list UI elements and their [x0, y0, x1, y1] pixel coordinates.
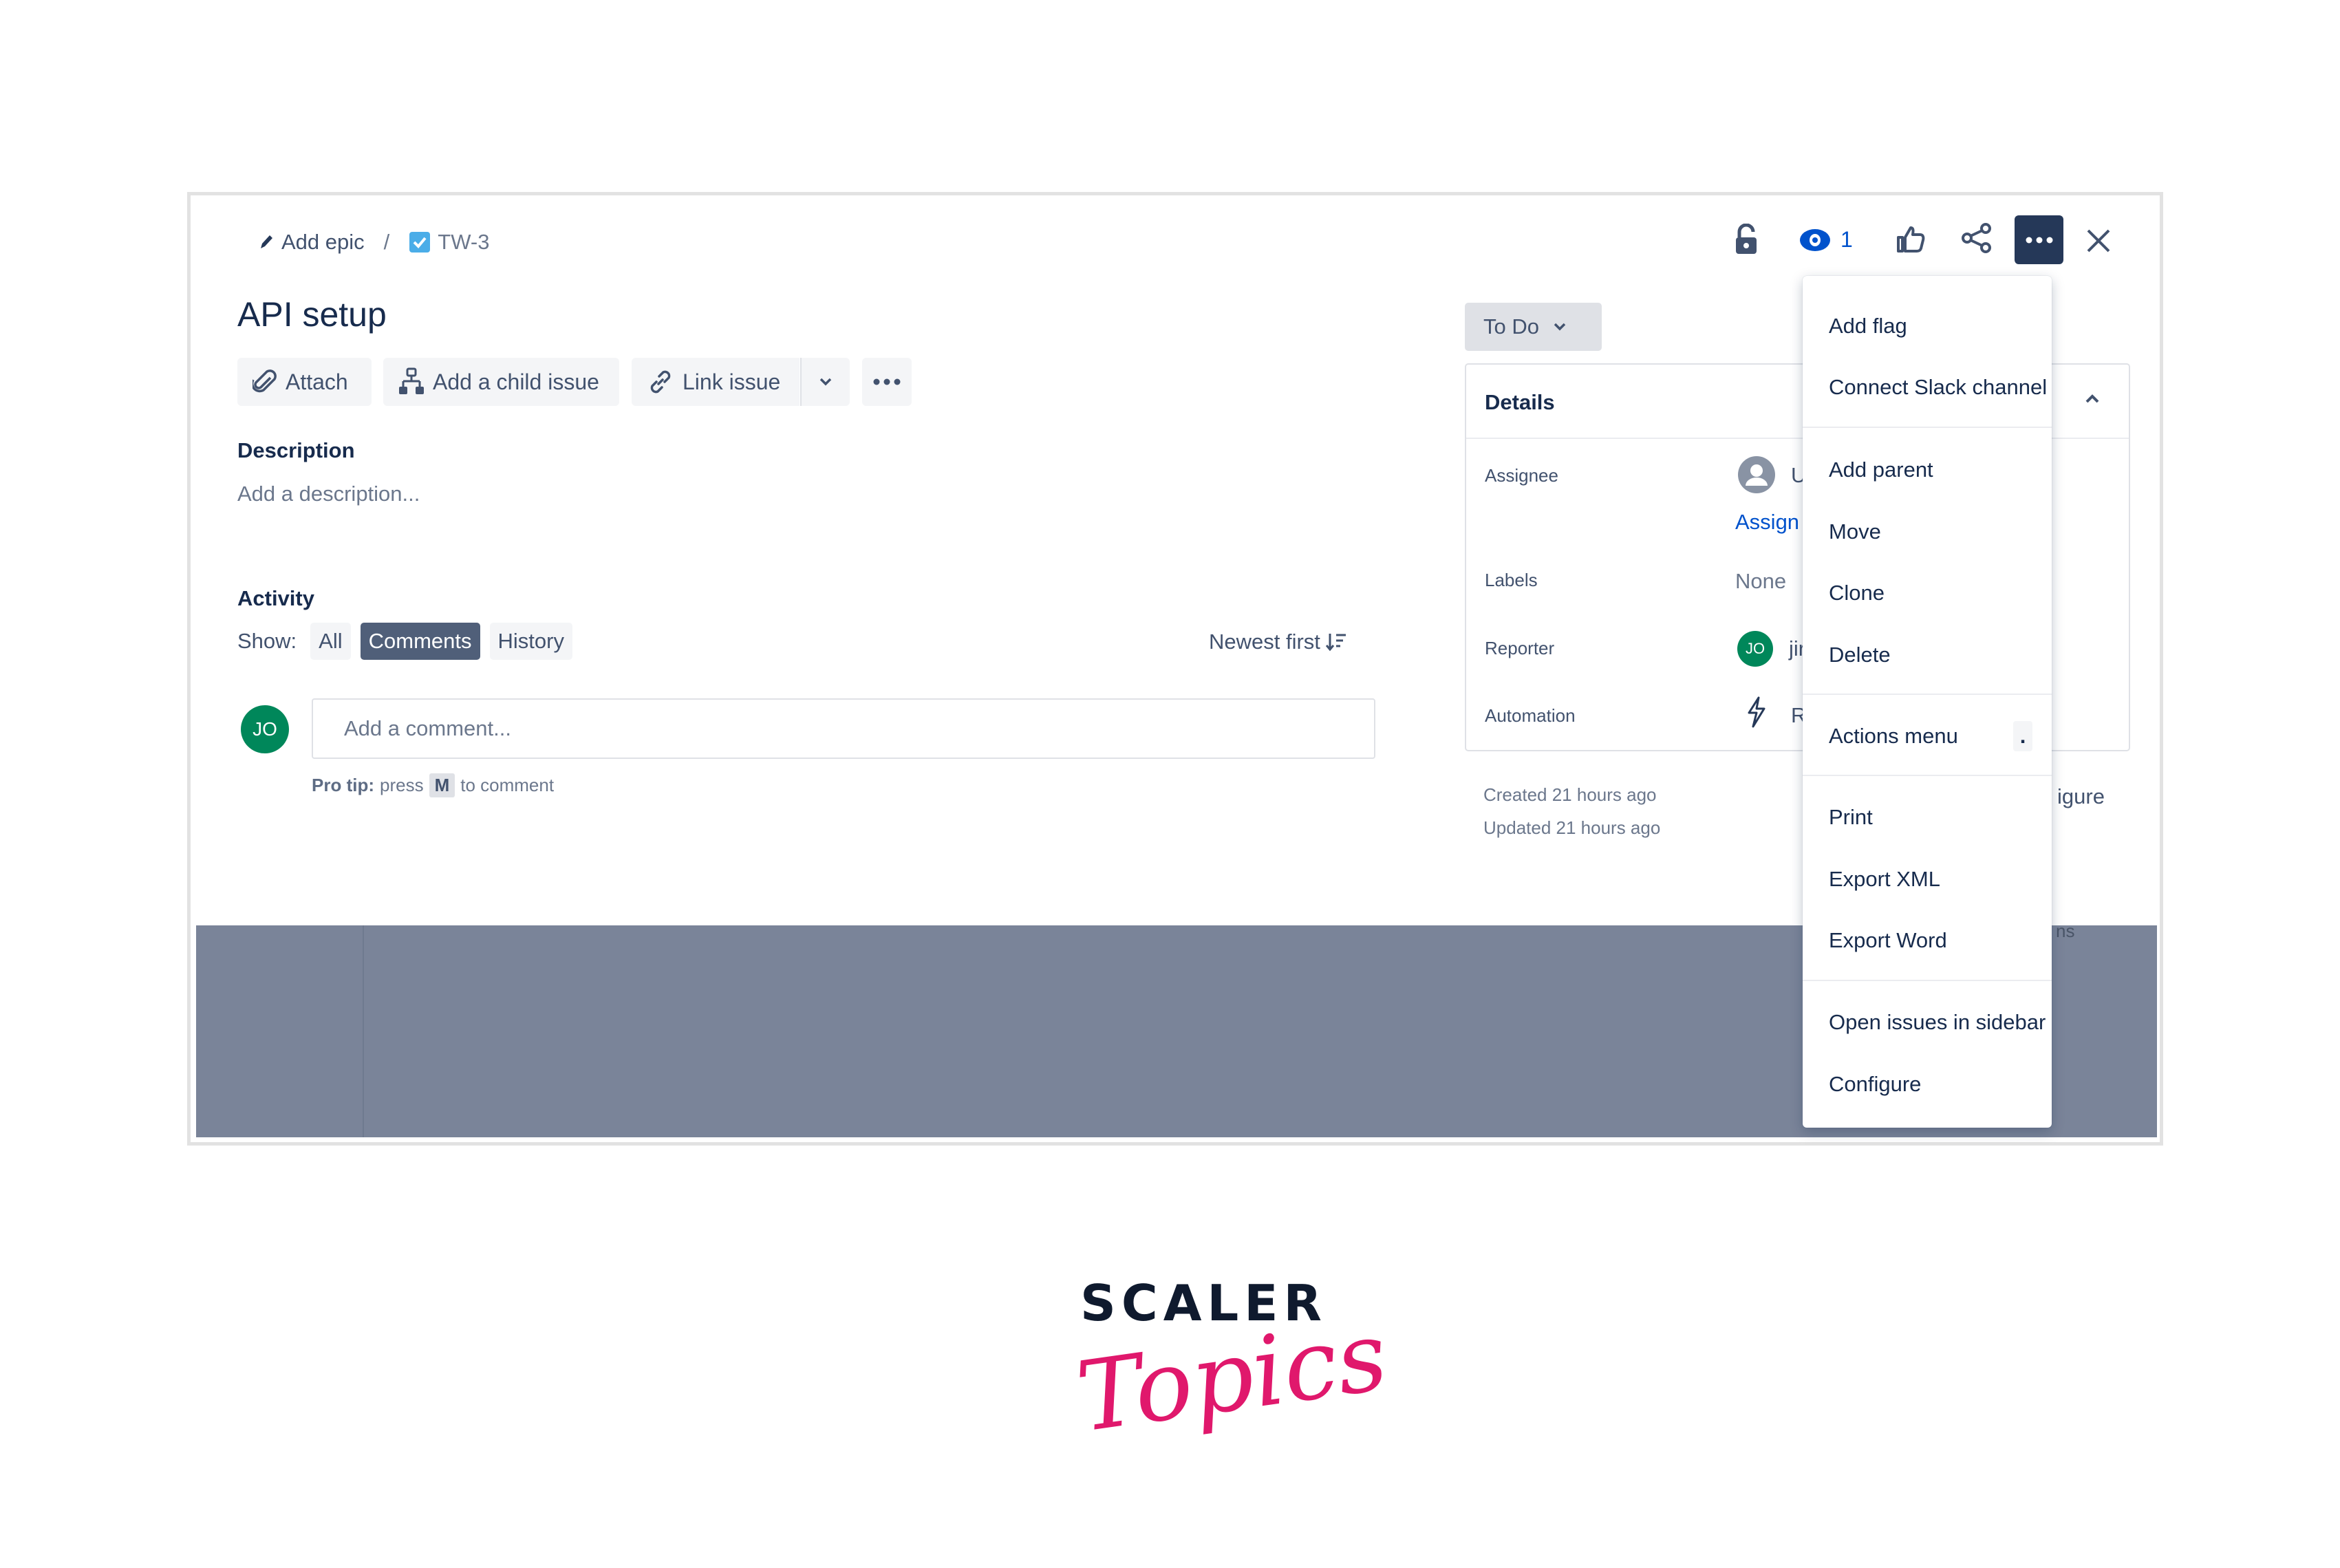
created-timestamp: Created 21 hours ago [1483, 784, 1657, 805]
comment-placeholder: Add a comment... [344, 716, 511, 740]
attach-label: Attach [286, 369, 348, 394]
chevron-down-icon [819, 377, 833, 387]
link-issue-label: Link issue [683, 369, 781, 394]
thumbs-up-icon[interactable] [1896, 224, 1926, 254]
more-actions-button[interactable] [2015, 215, 2063, 264]
reporter-avatar: JO [1737, 631, 1773, 667]
link-issue-dropdown[interactable] [800, 358, 850, 406]
labels-value[interactable]: None [1735, 569, 1786, 594]
attach-button[interactable]: Attach [237, 358, 372, 406]
menu-item-move[interactable]: Move [1803, 502, 2052, 562]
actions-menu-shortcut: . [2013, 721, 2032, 751]
share-icon[interactable] [1961, 222, 1993, 254]
add-child-issue-button[interactable]: Add a child issue [383, 358, 619, 406]
menu-item-open-sidebar[interactable]: Open issues in sidebar [1803, 992, 2052, 1053]
menu-item-delete[interactable]: Delete [1803, 625, 2052, 685]
reporter-label: Reporter [1485, 638, 1555, 658]
toolbar-more-button[interactable] [862, 358, 912, 406]
tab-all[interactable]: All [310, 623, 351, 660]
description-field[interactable]: Add a description... [237, 482, 420, 506]
ellipsis-icon [873, 378, 901, 385]
breadcrumb-separator: / [383, 230, 390, 254]
description-heading: Description [237, 438, 355, 462]
lock-icon[interactable] [1734, 224, 1759, 255]
activity-heading: Activity [237, 586, 314, 610]
menu-separator [1803, 694, 2052, 695]
menu-item-connect-slack[interactable]: Connect Slack channel [1803, 357, 2052, 418]
menu-item-export-xml[interactable]: Export XML [1803, 849, 2052, 910]
pro-tip-text-end: to comment [460, 775, 555, 795]
menu-item-clone[interactable]: Clone [1803, 563, 2052, 623]
tab-comments[interactable]: Comments [360, 623, 480, 660]
paperclip-icon [253, 368, 277, 396]
close-icon[interactable] [2086, 228, 2111, 253]
assign-to-me-link[interactable]: Assign t [1735, 510, 1811, 535]
add-epic-link[interactable]: Add epic [281, 230, 365, 255]
hierarchy-icon [398, 367, 425, 396]
menu-item-add-parent[interactable]: Add parent [1803, 440, 2052, 500]
sort-order-button[interactable]: Newest first [1209, 630, 1346, 654]
automation-label: Automation [1485, 705, 1576, 726]
pencil-icon [258, 233, 275, 251]
updated-timestamp: Updated 21 hours ago [1483, 817, 1661, 838]
pro-tip-label: Pro tip: [312, 775, 374, 795]
pro-tip-text: press [380, 775, 424, 795]
menu-separator [1803, 775, 2052, 776]
task-checkbox-icon [409, 231, 431, 253]
ellipsis-icon [2026, 237, 2053, 244]
sort-label: Newest first [1209, 630, 1320, 654]
issue-key-link[interactable]: TW-3 [438, 230, 489, 255]
activity-filter: Show: All Comments History [237, 623, 572, 660]
lightning-icon [1745, 696, 1768, 728]
assignee-label: Assignee [1485, 465, 1558, 486]
link-icon [647, 368, 674, 396]
overlay-divider [363, 925, 364, 1137]
more-actions-menu: Add flag Connect Slack channel Add paren… [1803, 276, 2052, 1128]
menu-separator [1803, 427, 2052, 428]
pro-tip: Pro tip: press M to comment [312, 773, 554, 797]
partial-text: ns [2056, 921, 2075, 941]
actions-menu-label: Actions menu [1829, 724, 1958, 748]
menu-separator [1803, 980, 2052, 981]
add-child-label: Add a child issue [433, 369, 599, 394]
status-dropdown[interactable]: To Do [1465, 303, 1602, 351]
labels-label: Labels [1485, 570, 1538, 590]
watch-button[interactable]: 1 [1799, 227, 1853, 253]
configure-link[interactable]: igure [2057, 784, 2105, 809]
default-avatar-icon [1737, 455, 1776, 494]
link-issue-button[interactable]: Link issue [632, 358, 799, 406]
menu-item-actions-menu[interactable]: Actions menu . [1803, 706, 2052, 766]
menu-item-print[interactable]: Print [1803, 787, 2052, 848]
breadcrumb: Add epic / TW-3 [258, 227, 489, 257]
user-avatar: JO [241, 705, 289, 753]
issue-title[interactable]: API setup [237, 294, 387, 334]
chevron-up-icon[interactable] [2085, 394, 2100, 405]
shortcut-key: M [429, 773, 455, 797]
sort-descending-icon [1325, 632, 1346, 652]
watch-count: 1 [1840, 227, 1853, 252]
status-label: To Do [1483, 314, 1539, 339]
menu-item-add-flag[interactable]: Add flag [1803, 296, 2052, 356]
tab-history[interactable]: History [489, 623, 572, 660]
menu-item-configure[interactable]: Configure [1803, 1054, 2052, 1115]
chevron-down-icon [1553, 322, 1567, 332]
eye-icon [1799, 228, 1831, 253]
comment-input[interactable]: Add a comment... [312, 698, 1375, 759]
show-label: Show: [237, 629, 297, 653]
details-heading: Details [1485, 390, 1555, 414]
menu-item-export-word[interactable]: Export Word [1803, 910, 2052, 971]
